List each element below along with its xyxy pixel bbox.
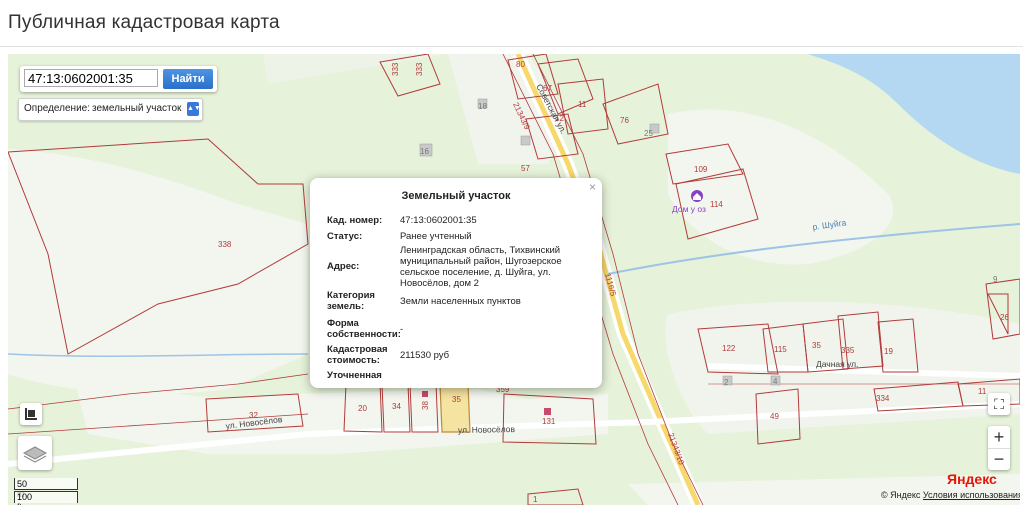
copyright-text: © Яндекс bbox=[881, 490, 921, 500]
find-button[interactable]: Найти bbox=[163, 69, 213, 89]
layers-button[interactable] bbox=[18, 436, 52, 470]
ruler-button[interactable] bbox=[20, 403, 42, 425]
row-value: - bbox=[400, 324, 404, 335]
title-divider bbox=[0, 46, 1023, 47]
svg-text:35: 35 bbox=[812, 341, 821, 350]
row-value: Ранее учтенный bbox=[400, 231, 472, 242]
attribution: © Яндекс Условия использования bbox=[881, 490, 1020, 500]
svg-text:2: 2 bbox=[724, 378, 729, 387]
svg-text:57: 57 bbox=[521, 164, 530, 173]
yandex-logo: Яндекс bbox=[947, 471, 997, 487]
zoom-in-button[interactable]: + bbox=[988, 426, 1010, 449]
fullscreen-button[interactable]: ⛶ bbox=[988, 393, 1010, 415]
svg-text:338: 338 bbox=[218, 240, 232, 249]
row-key: Уточненная bbox=[327, 370, 382, 381]
svg-text:109: 109 bbox=[694, 165, 708, 174]
chevron-down-icon: ▲▼ bbox=[187, 102, 201, 116]
row-key: Статус: bbox=[327, 231, 363, 242]
street-label-dachnaya: Дачная ул. bbox=[816, 359, 859, 369]
svg-text:25: 25 bbox=[644, 129, 653, 138]
row-value: 211530 руб bbox=[400, 350, 450, 361]
svg-text:131: 131 bbox=[542, 417, 556, 426]
ruler-icon bbox=[25, 408, 37, 420]
svg-text:19: 19 bbox=[884, 347, 893, 356]
definition-value: земельный участок bbox=[92, 103, 182, 114]
svg-text:35: 35 bbox=[452, 395, 461, 404]
popup-title: Земельный участок bbox=[401, 190, 511, 202]
definition-select[interactable]: земельный участок ▲▼ bbox=[89, 102, 201, 116]
house-pin-icon[interactable] bbox=[691, 190, 703, 202]
scale-imperial: 100 ft bbox=[17, 492, 33, 505]
page-title: Публичная кадастровая карта bbox=[8, 12, 280, 33]
row-value: Ленинградская область, Тихвинский муници… bbox=[400, 245, 562, 289]
svg-text:122: 122 bbox=[722, 344, 736, 353]
row-key: Адрес: bbox=[327, 261, 360, 272]
definition-panel: Определение: земельный участок ▲▼ bbox=[18, 98, 203, 121]
search-panel: Найти bbox=[20, 66, 217, 92]
row-key: Категория земель: bbox=[327, 290, 375, 312]
street-label-novoselov-east: ул. Новосёлов bbox=[458, 424, 516, 435]
svg-text:333: 333 bbox=[415, 62, 424, 76]
layers-icon bbox=[22, 446, 48, 463]
close-icon[interactable]: × bbox=[589, 180, 596, 194]
svg-text:49: 49 bbox=[770, 412, 779, 421]
cadastral-map[interactable]: 333 333 80 67 11 76 12 18 25 16 57 109 1… bbox=[8, 54, 1020, 505]
zoom-out-button[interactable]: − bbox=[988, 449, 1010, 470]
svg-text:115: 115 bbox=[774, 345, 787, 354]
row-value: Земли населенных пунктов bbox=[400, 296, 521, 307]
svg-text:18: 18 bbox=[478, 102, 487, 111]
cadastral-search-input[interactable] bbox=[24, 69, 158, 87]
parcel-info-popup: Земельный участок × Кад. номер: 47:13:06… bbox=[310, 178, 602, 388]
svg-text:26: 26 bbox=[1000, 313, 1009, 322]
svg-text:34: 34 bbox=[392, 402, 401, 411]
svg-text:20: 20 bbox=[358, 404, 367, 413]
svg-text:11: 11 bbox=[978, 387, 987, 396]
row-key: Форма собственности: bbox=[327, 318, 401, 340]
row-key: Кад. номер: bbox=[327, 215, 383, 226]
row-value: 47:13:0602001:35 bbox=[400, 215, 477, 226]
svg-text:334: 334 bbox=[876, 394, 890, 403]
svg-text:114: 114 bbox=[710, 200, 723, 209]
svg-text:9: 9 bbox=[993, 275, 998, 284]
svg-text:38: 38 bbox=[421, 401, 430, 410]
svg-text:4: 4 bbox=[773, 377, 778, 386]
svg-text:11: 11 bbox=[578, 100, 587, 109]
svg-text:335: 335 bbox=[841, 346, 855, 355]
svg-text:1: 1 bbox=[533, 495, 538, 504]
svg-text:80: 80 bbox=[516, 60, 525, 69]
row-key: Кадастровая стоимость: bbox=[327, 344, 388, 366]
svg-text:333: 333 bbox=[391, 62, 400, 76]
svg-text:16: 16 bbox=[420, 147, 429, 156]
definition-label: Определение: bbox=[24, 103, 91, 114]
svg-text:76: 76 bbox=[620, 116, 629, 125]
poi-label: Дом у оз bbox=[672, 204, 706, 214]
zoom-control: + − bbox=[988, 426, 1010, 470]
terms-link[interactable]: Условия использования bbox=[923, 490, 1020, 500]
